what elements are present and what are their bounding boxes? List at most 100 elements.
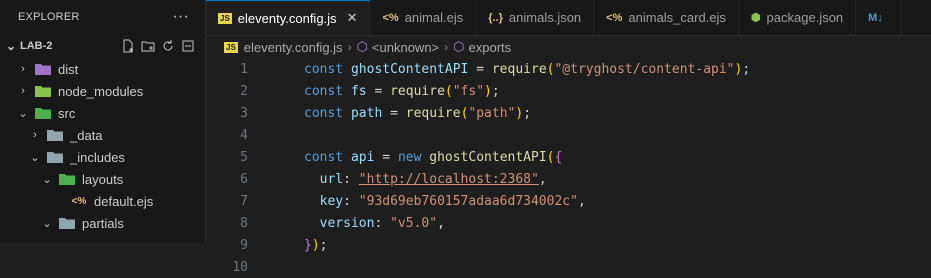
line-number: 5 (240, 149, 248, 165)
breadcrumb-exports[interactable]: exports (469, 40, 512, 55)
code-content: }); (304, 237, 328, 253)
explorer-actions (121, 39, 205, 53)
node-modules-folder-icon (34, 84, 52, 98)
tab-label: animals_card.ejs (628, 10, 726, 25)
line-number: 10 (232, 259, 248, 275)
tab-label: eleventy.config.js (237, 10, 337, 26)
tree-item-default-ejs[interactable]: <% default.ejs (0, 190, 205, 212)
tree-item-label: default.ejs (94, 193, 154, 209)
folder-open-icon (58, 216, 76, 230)
code-line: 7 key: "93d69eb760157adaa6d734002c", (206, 190, 931, 212)
new-folder-icon[interactable] (141, 39, 155, 53)
code-content: const fs = require("fs"); (304, 83, 500, 99)
code-editor[interactable]: 1 const ghostContentAPI = require("@tryg… (206, 58, 931, 275)
tree-item-dist[interactable]: › dist (0, 58, 205, 80)
tab-label: animal.ejs (404, 10, 464, 25)
code-line: 10 (206, 256, 931, 278)
tree-item-label: dist (58, 61, 79, 77)
tab-label: animals.json (508, 10, 582, 25)
line-number: 4 (240, 127, 248, 143)
dist-folder-icon (34, 62, 52, 76)
code-content: version: "v5.0", (319, 215, 445, 231)
line-number: 8 (240, 215, 248, 231)
line-number: 7 (240, 193, 248, 209)
breadcrumb-file[interactable]: eleventy.config.js (244, 40, 343, 55)
tree-item-label: node_modules (58, 83, 144, 99)
tree-item-src[interactable]: ⌄ src (0, 102, 205, 124)
close-icon[interactable]: ✕ (347, 10, 358, 26)
editor-tabs: JS eleventy.config.js ✕ <% animal.ejs {..} ani… (206, 0, 931, 36)
tree-item-label: layouts (82, 171, 124, 187)
tree-item-node-modules[interactable]: › node_modules (0, 80, 205, 102)
file-tree: › dist › node_modules ⌄ src › _data ⌄ _includes ⌄ l… (0, 58, 205, 234)
code-line: 8 version: "v5.0", (206, 212, 931, 234)
cube-icon: ⬡ (356, 39, 368, 54)
tree-item-data[interactable]: › _data (0, 124, 205, 146)
tree-item-includes[interactable]: ⌄ _includes (0, 146, 205, 168)
chevron-right-icon: › (444, 40, 449, 54)
line-number: 2 (240, 83, 248, 99)
refresh-icon[interactable] (161, 39, 175, 53)
ejs-file-icon: <% (71, 195, 87, 207)
file-type-icon: JS (218, 12, 232, 24)
chevron-right-icon: › (21, 85, 25, 97)
workspace-folder-header[interactable]: ⌄ LAB-2 (0, 34, 205, 58)
collapse-all-icon[interactable] (181, 39, 195, 53)
line-number: 9 (240, 237, 248, 253)
breadcrumb: JS eleventy.config.js › ⬡ <unknown> › ⬡ … (206, 36, 931, 58)
tab-markdown[interactable]: M↓ (856, 0, 902, 35)
line-number: 3 (240, 105, 248, 121)
breadcrumb-unknown[interactable]: <unknown> (372, 40, 439, 55)
tab-animals-card-ejs[interactable]: <% animals_card.ejs (594, 0, 739, 35)
chevron-down-icon: ⌄ (42, 173, 52, 186)
code-line: 6 url: "http://localhost:2368", (206, 168, 931, 190)
file-type-icon: <% (606, 11, 623, 24)
explorer-sidebar: EXPLORER ··· ⌄ LAB-2 › dist › node_modules ⌄… (0, 0, 206, 242)
explorer-header: EXPLORER ··· (0, 0, 205, 34)
code-content: const api = new ghostContentAPI({ (304, 149, 563, 165)
tab-animals-json[interactable]: {..} animals.json (476, 0, 595, 35)
chevron-down-icon: ⌄ (5, 39, 17, 53)
code-line: 2 const fs = require("fs"); (206, 80, 931, 102)
code-line: 1 const ghostContentAPI = require("@tryg… (206, 58, 931, 80)
workspace-folder-name: LAB-2 (20, 40, 53, 52)
file-type-icon: M↓ (868, 11, 883, 24)
chevron-right-icon: › (347, 40, 352, 54)
tree-item-layouts[interactable]: ⌄ layouts (0, 168, 205, 190)
code-line: 9 }); (206, 234, 931, 256)
chevron-down-icon: ⌄ (42, 217, 52, 230)
code-content: key: "93d69eb760157adaa6d734002c", (319, 193, 586, 209)
file-type-icon: {..} (488, 11, 503, 24)
line-number: 1 (240, 61, 248, 77)
tab-eleventy-config-js[interactable]: JS eleventy.config.js ✕ (206, 0, 371, 35)
code-line: 4 (206, 124, 931, 146)
tree-item-label: src (58, 105, 76, 121)
src-folder-icon (34, 106, 52, 120)
chevron-right-icon: › (21, 63, 25, 75)
file-type-icon: <% (382, 11, 399, 24)
explorer-title: EXPLORER (18, 11, 80, 23)
new-file-icon[interactable] (121, 39, 135, 53)
chevron-down-icon: ⌄ (18, 107, 28, 120)
tab-label: package.json (766, 10, 844, 25)
tab-package-json[interactable]: ⬢ package.json (739, 0, 857, 35)
cube-icon: ⬡ (453, 39, 465, 54)
more-actions-icon[interactable]: ··· (172, 9, 189, 25)
code-content: const path = require("path"); (304, 105, 532, 121)
file-type-icon: ⬢ (750, 12, 761, 24)
chevron-right-icon: › (33, 129, 37, 141)
code-content: url: "http://localhost:2368", (319, 171, 547, 187)
code-line: 3 const path = require("path"); (206, 102, 931, 124)
folder-icon (46, 128, 64, 142)
tree-item-label: partials (82, 215, 124, 231)
folder-open-icon (46, 150, 64, 164)
tab-animal-ejs[interactable]: <% animal.ejs (370, 0, 477, 35)
line-number: 6 (240, 171, 248, 187)
code-content: const ghostContentAPI = require("@trygho… (304, 61, 751, 77)
js-file-icon: JS (224, 41, 238, 53)
code-line: 5 const api = new ghostContentAPI({ (206, 146, 931, 168)
chevron-down-icon: ⌄ (30, 151, 40, 164)
tree-item-label: _includes (70, 149, 125, 165)
tree-item-label: _data (70, 127, 103, 143)
tree-item-partials[interactable]: ⌄ partials (0, 212, 205, 234)
